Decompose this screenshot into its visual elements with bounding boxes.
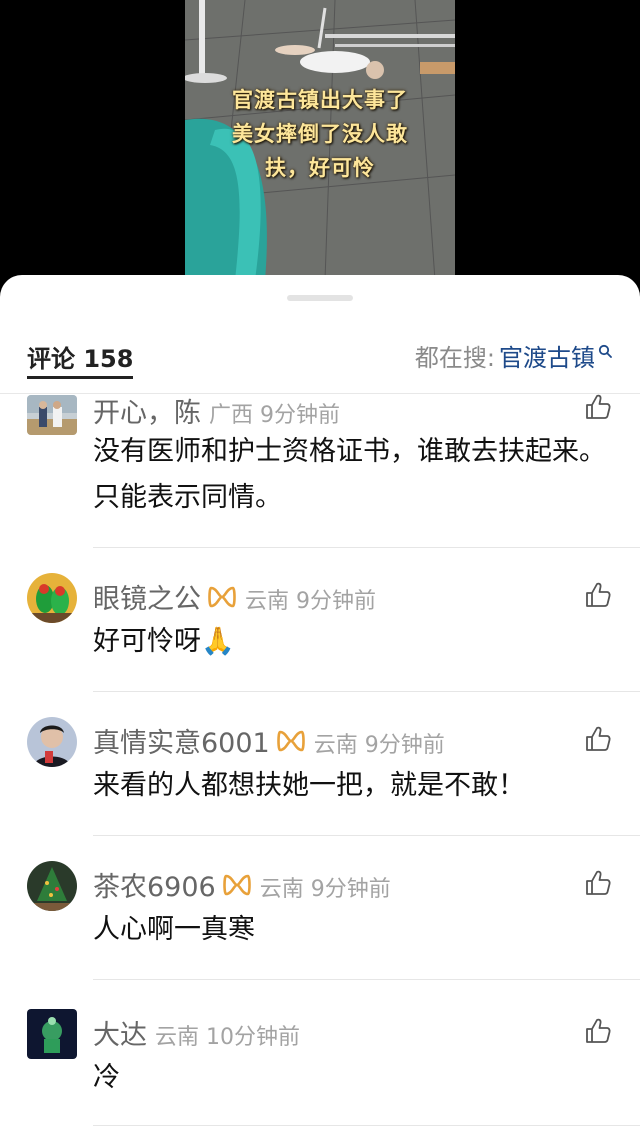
comment-meta: 开心，陈 广西 9分钟前	[93, 391, 340, 430]
comment-text: 冷	[93, 1062, 120, 1093]
comment-meta: 大达 云南 10分钟前	[93, 1013, 300, 1052]
video-caption-line-1: 官渡古镇出大事了	[232, 88, 408, 112]
search-prefix-label: 都在搜:	[414, 344, 495, 372]
comments-sheet: 评论 158 都在搜: 官渡古镇 开心，陈 广西 9分钟前 没有医师和护士资格证…	[0, 275, 640, 1142]
trending-search-link[interactable]: 都在搜: 官渡古镇	[415, 341, 612, 375]
comment-location-time: 云南 10分钟前	[155, 1025, 300, 1050]
member-badge-icon	[208, 586, 236, 607]
comment-location-time: 云南 9分钟前	[245, 589, 376, 614]
video-frame[interactable]: 官渡古镇出大事了 美女摔倒了没人敢 扶，好可怜	[185, 0, 455, 280]
comment-divider	[93, 691, 640, 692]
comment-text: 没有医师和护士资格证书，谁敢去扶起来。只能表示同情。	[93, 436, 606, 513]
comment-username[interactable]: 大达	[93, 1013, 147, 1052]
video-caption-line-3: 扶，好可怜	[265, 156, 375, 180]
avatar[interactable]	[27, 861, 77, 911]
comment-divider	[93, 1125, 640, 1126]
comments-header: 评论 158 都在搜: 官渡古镇	[0, 333, 640, 381]
search-term-link[interactable]: 官渡古镇	[499, 341, 595, 375]
avatar[interactable]	[27, 573, 77, 623]
like-icon[interactable]	[584, 581, 612, 609]
comment-location-time: 云南 9分钟前	[259, 877, 391, 902]
comment-divider	[93, 835, 640, 836]
comment-meta: 真情实意6001 云南 9分钟前	[93, 721, 445, 760]
comment-location-time: 云南 9分钟前	[313, 733, 445, 758]
avatar[interactable]	[27, 395, 77, 435]
comment-divider	[93, 547, 640, 548]
comment-divider	[93, 979, 640, 980]
comment-meta: 茶农6906 云南 9分钟前	[93, 865, 391, 904]
comment-username[interactable]: 茶农6906	[93, 865, 216, 904]
comment-username[interactable]: 真情实意6001	[93, 721, 270, 760]
comment-text: 人心啊一真寒	[93, 914, 255, 945]
drag-handle[interactable]	[287, 295, 353, 301]
comment-username[interactable]: 眼镜之公	[93, 577, 201, 616]
comment-text: 来看的人都想扶她一把，就是不敢！	[93, 770, 525, 801]
comment-count-tab[interactable]: 评论 158	[27, 343, 134, 379]
video-caption-line-2: 美女摔倒了没人敢	[232, 122, 408, 146]
video-player[interactable]: 官渡古镇出大事了 美女摔倒了没人敢 扶，好可怜	[0, 0, 640, 280]
comment-text: 好可怜呀🙏	[93, 626, 235, 657]
member-badge-icon	[276, 730, 305, 751]
like-icon[interactable]	[584, 725, 612, 753]
like-icon[interactable]	[584, 393, 612, 421]
avatar[interactable]	[27, 717, 77, 767]
comment-username[interactable]: 开心，陈	[93, 391, 201, 430]
comment-meta: 眼镜之公 云南 9分钟前	[93, 577, 376, 616]
avatar[interactable]	[27, 1009, 77, 1059]
like-icon[interactable]	[584, 869, 612, 897]
member-badge-icon	[222, 874, 251, 895]
like-icon[interactable]	[584, 1017, 612, 1045]
comment-location-time: 广西 9分钟前	[209, 403, 340, 428]
search-icon	[598, 344, 612, 358]
